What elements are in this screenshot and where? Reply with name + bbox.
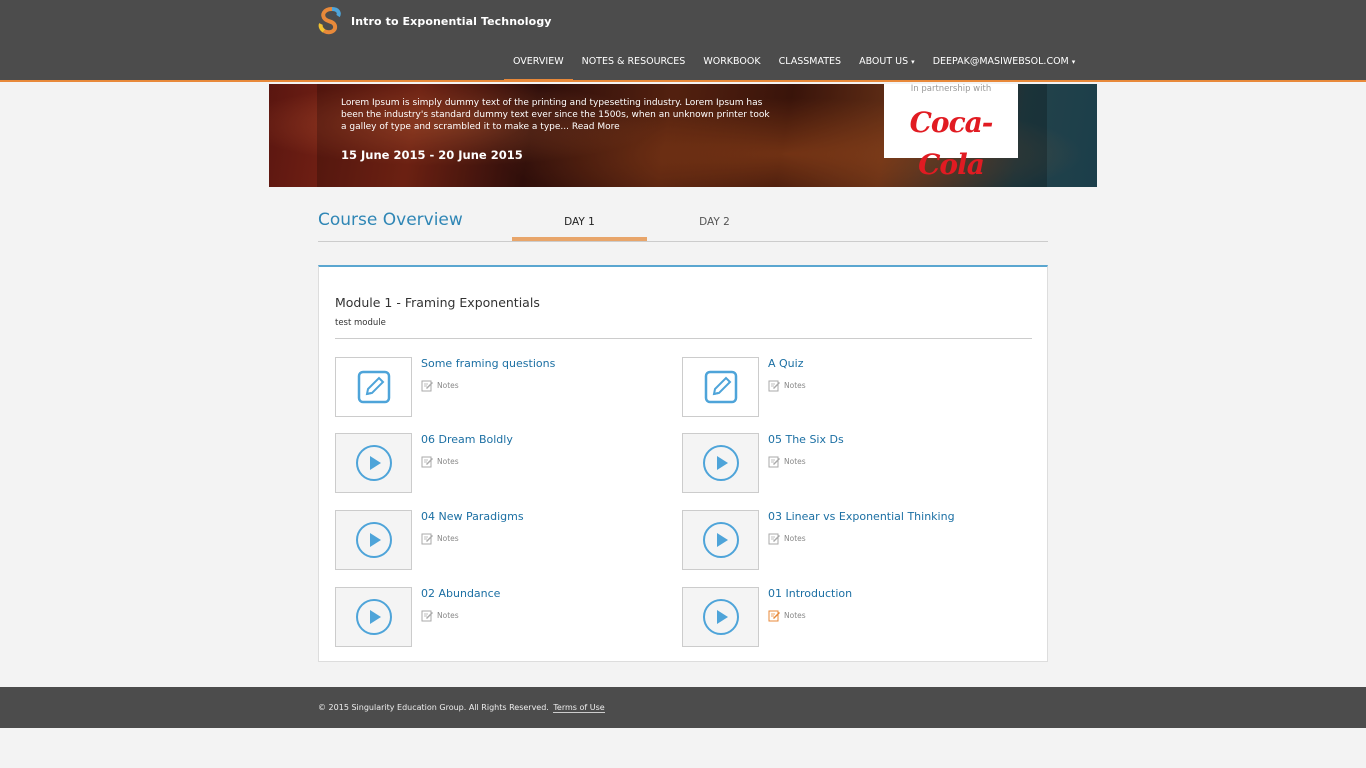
- lesson-thumbnail[interactable]: [335, 357, 412, 417]
- module-subtitle: test module: [335, 318, 386, 328]
- lesson-title-link[interactable]: 06 Dream Boldly: [421, 433, 513, 446]
- notes-link[interactable]: Notes: [768, 455, 806, 468]
- lesson-title-link[interactable]: 01 Introduction: [768, 587, 852, 600]
- copyright-text: © 2015 Singularity Education Group. All …: [318, 703, 549, 712]
- main-nav: OVERVIEW NOTES & RESOURCES WORKBOOK CLAS…: [504, 48, 1084, 82]
- lesson-title-link[interactable]: 02 Abundance: [421, 587, 500, 600]
- notes-label: Notes: [437, 381, 459, 390]
- lesson-title-link[interactable]: A Quiz: [768, 357, 803, 370]
- lesson-title-link[interactable]: 04 New Paradigms: [421, 510, 524, 523]
- lesson-title-link[interactable]: 05 The Six Ds: [768, 433, 844, 446]
- description-text: Lorem Ipsum is simply dummy text of the …: [341, 98, 770, 132]
- notes-icon: [421, 380, 433, 392]
- lesson-title-link[interactable]: 03 Linear vs Exponential Thinking: [768, 510, 955, 523]
- lesson-item: 04 New Paradigms Notes: [335, 510, 655, 572]
- lesson-thumbnail[interactable]: [335, 587, 412, 647]
- nav-notes-resources[interactable]: NOTES & RESOURCES: [573, 48, 695, 80]
- notes-icon: [421, 610, 433, 622]
- top-navbar: Intro to Exponential Technology OVERVIEW…: [0, 0, 1366, 82]
- module-panel: Module 1 - Framing Exponentials test mod…: [318, 265, 1048, 662]
- notes-active-icon: [768, 610, 780, 622]
- course-overview-title: Course Overview: [318, 210, 463, 230]
- footer: © 2015 Singularity Education Group. All …: [0, 687, 1366, 728]
- brand[interactable]: Intro to Exponential Technology: [318, 7, 552, 35]
- nav-user-account[interactable]: DEEPAK@MASIWEBSOL.COM ▾: [924, 48, 1085, 80]
- nav-overview[interactable]: OVERVIEW: [504, 48, 573, 82]
- play-icon: [355, 522, 392, 558]
- lesson-item: 01 Introduction Notes: [682, 587, 1002, 649]
- lesson-item: 02 Abundance Notes: [335, 587, 655, 649]
- notes-link[interactable]: Notes: [421, 455, 459, 468]
- tab-day-1[interactable]: DAY 1: [512, 205, 647, 241]
- nav-label: ABOUT US: [859, 56, 909, 67]
- module-title: Module 1 - Framing Exponentials: [335, 295, 540, 310]
- notes-label: Notes: [784, 381, 806, 390]
- course-banner: Lorem Ipsum is simply dummy text of the …: [269, 84, 1097, 187]
- pencil-edit-icon: [357, 370, 390, 404]
- notes-link[interactable]: Notes: [768, 609, 806, 622]
- play-icon: [702, 445, 739, 481]
- lesson-item: 05 The Six Ds Notes: [682, 433, 1002, 495]
- footer-copyright: © 2015 Singularity Education Group. All …: [318, 703, 605, 713]
- nav-label: CLASSMATES: [778, 56, 842, 67]
- coca-cola-logo: Coca-Cola: [909, 106, 994, 181]
- lesson-item: 03 Linear vs Exponential Thinking Notes: [682, 510, 1002, 572]
- tabs-divider: [318, 241, 1048, 242]
- banner-description: Lorem Ipsum is simply dummy text of the …: [341, 97, 771, 133]
- nav-label: NOTES & RESOURCES: [581, 56, 686, 67]
- tab-label: DAY 1: [564, 216, 595, 228]
- nav-label: WORKBOOK: [703, 56, 761, 67]
- notes-link[interactable]: Notes: [421, 379, 459, 392]
- lesson-thumbnail[interactable]: [682, 587, 759, 647]
- module-divider: [335, 338, 1032, 339]
- lesson-item: Some framing questions Notes: [335, 357, 655, 419]
- lesson-thumbnail[interactable]: [682, 357, 759, 417]
- nav-label: OVERVIEW: [513, 56, 564, 67]
- nav-classmates[interactable]: CLASSMATES: [770, 48, 851, 80]
- pencil-edit-icon: [704, 370, 737, 404]
- singularity-logo-icon: [318, 7, 341, 35]
- lesson-thumbnail[interactable]: [335, 433, 412, 493]
- notes-label: Notes: [437, 611, 459, 620]
- play-icon: [702, 522, 739, 558]
- notes-label: Notes: [437, 534, 459, 543]
- notes-link[interactable]: Notes: [768, 532, 806, 545]
- notes-link[interactable]: Notes: [768, 379, 806, 392]
- nav-workbook[interactable]: WORKBOOK: [694, 48, 769, 80]
- lesson-thumbnail[interactable]: [335, 510, 412, 570]
- app-title: Intro to Exponential Technology: [351, 14, 552, 28]
- notes-label: Notes: [784, 457, 806, 466]
- notes-label: Notes: [784, 534, 806, 543]
- day-tabs: DAY 1 DAY 2: [512, 205, 782, 241]
- notes-icon: [768, 456, 780, 468]
- tab-day-2[interactable]: DAY 2: [647, 205, 782, 241]
- notes-link[interactable]: Notes: [421, 609, 459, 622]
- notes-label: Notes: [437, 457, 459, 466]
- play-icon: [355, 445, 392, 481]
- terms-of-use-link[interactable]: Terms of Use: [553, 703, 605, 713]
- notes-link[interactable]: Notes: [421, 532, 459, 545]
- lesson-item: 06 Dream Boldly Notes: [335, 433, 655, 495]
- play-icon: [702, 599, 739, 635]
- nav-label: DEEPAK@MASIWEBSOL.COM: [932, 56, 1069, 67]
- caret-down-icon: ▾: [1071, 58, 1076, 66]
- lesson-item: A Quiz Notes: [682, 357, 1002, 419]
- caret-down-icon: ▾: [911, 58, 915, 66]
- course-dates: 15 June 2015 - 20 June 2015: [341, 148, 523, 162]
- partner-text: In partnership with: [910, 84, 992, 94]
- nav-about-us[interactable]: ABOUT US ▾: [850, 48, 924, 80]
- notes-icon: [768, 533, 780, 545]
- partner-box: In partnership with Coca-Cola: [884, 84, 1018, 181]
- play-icon: [355, 599, 392, 635]
- lesson-thumbnail[interactable]: [682, 510, 759, 570]
- notes-label: Notes: [784, 611, 806, 620]
- notes-icon: [768, 380, 780, 392]
- tab-label: DAY 2: [699, 216, 730, 228]
- lesson-title-link[interactable]: Some framing questions: [421, 357, 555, 370]
- notes-icon: [421, 533, 433, 545]
- read-more-link[interactable]: Read More: [572, 122, 620, 132]
- notes-icon: [421, 456, 433, 468]
- lesson-thumbnail[interactable]: [682, 433, 759, 493]
